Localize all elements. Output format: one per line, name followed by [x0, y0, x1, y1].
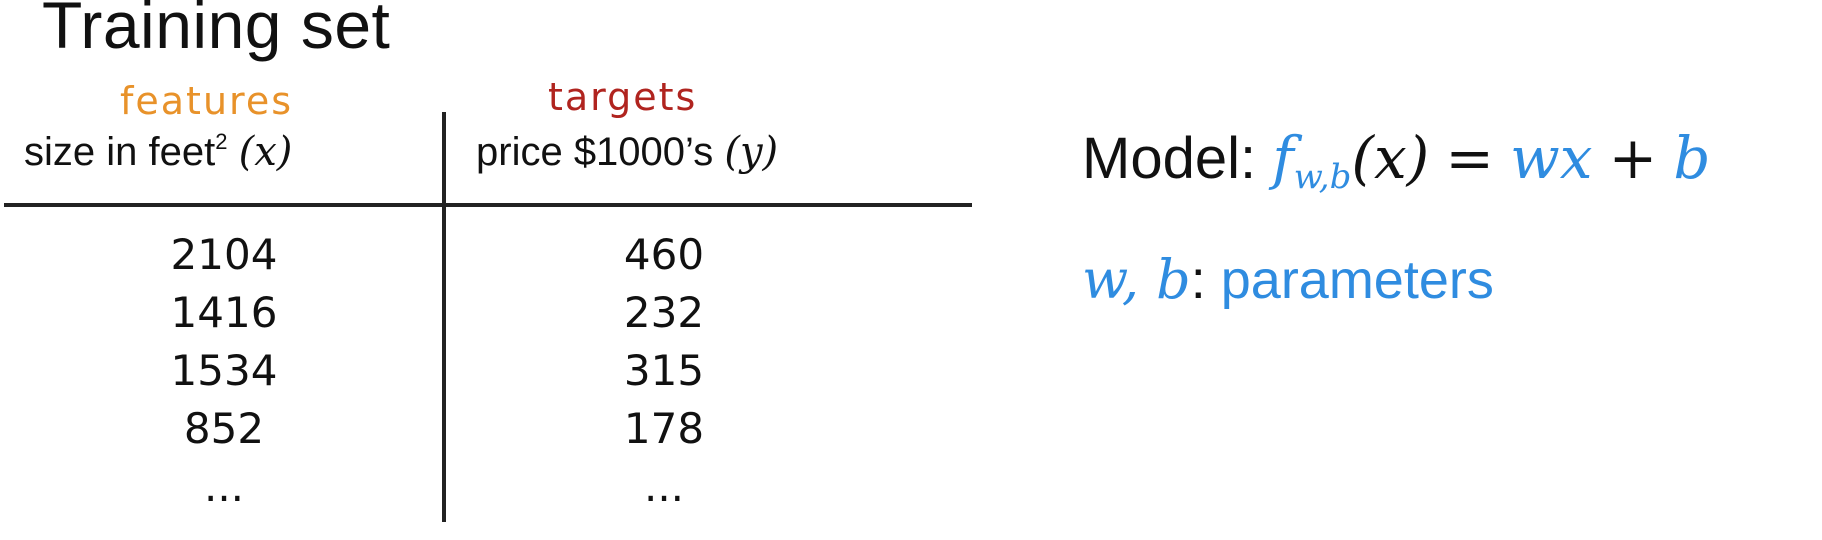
table-cell-price: 460 — [623, 230, 705, 279]
size-column: 2104 1416 1534 852 ... — [124, 226, 324, 516]
parameters-label: parameters — [1220, 250, 1494, 310]
model-argument: (x) — [1351, 124, 1430, 192]
slide-title: Training set — [42, 0, 391, 62]
column-header-price-var: (y) — [724, 129, 779, 175]
table-cell-price: 232 — [623, 288, 705, 337]
table-cell-size: 1416 — [170, 288, 278, 337]
table-column-divider — [442, 112, 446, 522]
column-header-price-label: price $1000’s — [476, 130, 714, 174]
column-header-size-label: size in feet — [24, 130, 216, 174]
features-annotation: features — [120, 79, 293, 123]
parameters-colon: : — [1190, 250, 1206, 310]
slide: Training set features targets size in fe… — [0, 0, 1822, 540]
table-cell-size: 2104 — [170, 230, 278, 279]
model-function: f — [1272, 124, 1294, 192]
table-cell-price-ellipsis: ... — [643, 462, 685, 511]
targets-annotation: targets — [548, 75, 698, 119]
column-header-size-var: (x) — [238, 129, 293, 175]
table-cell-size: 1534 — [170, 346, 278, 395]
table-header-divider — [4, 203, 972, 207]
column-header-size: size in feet2 (x) — [24, 129, 293, 175]
model-term-wx: wx — [1510, 124, 1593, 192]
model-label: Model: — [1082, 126, 1257, 191]
column-header-size-superscript: 2 — [215, 129, 228, 154]
price-column: 460 232 315 178 ... — [564, 226, 764, 516]
column-header-price: price $1000’s (y) — [476, 132, 778, 172]
model-subscript: w,b — [1293, 157, 1352, 197]
model-equation: Model: fw,b(x) = wx + b — [1082, 124, 1711, 194]
parameters-line: w, b: parameters — [1082, 248, 1494, 313]
model-equals: = — [1445, 124, 1495, 192]
table-cell-size-ellipsis: ... — [203, 462, 245, 511]
table-cell-size: 852 — [183, 404, 265, 453]
model-plus: + — [1608, 124, 1658, 192]
table-cell-price: 178 — [623, 404, 705, 453]
table-cell-price: 315 — [623, 346, 705, 395]
model-term-b: b — [1673, 124, 1711, 192]
parameters-vars: w, b — [1082, 248, 1191, 311]
